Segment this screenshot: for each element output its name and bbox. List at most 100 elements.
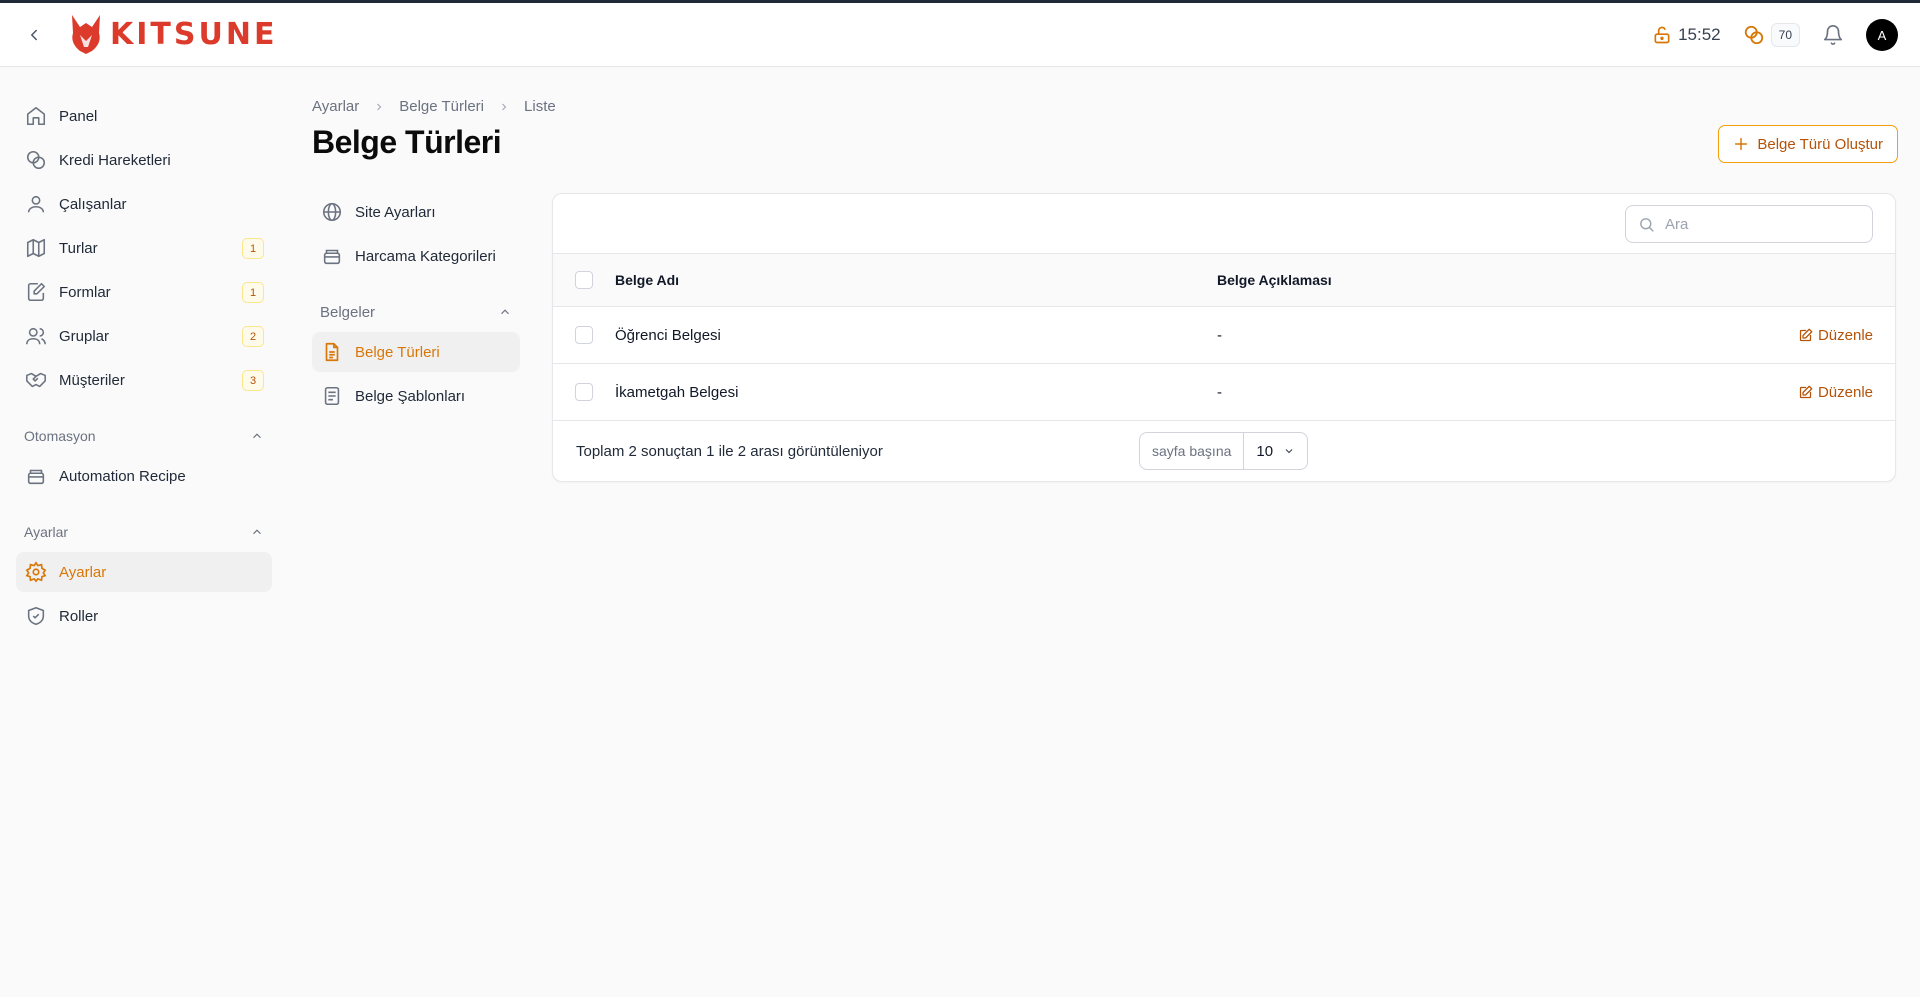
sidebar-item-employees[interactable]: Çalışanlar (16, 184, 272, 224)
notifications-button[interactable] (1822, 24, 1844, 46)
per-page-selector: sayfa başına 10 (1139, 432, 1309, 470)
home-icon (24, 104, 48, 128)
credits-display[interactable]: 70 (1743, 23, 1800, 47)
session-time: 15:52 (1678, 25, 1721, 44)
sidebar-item-forms[interactable]: Formlar 1 (16, 272, 272, 312)
subnav-item-site-settings[interactable]: Site Ayarları (312, 192, 520, 232)
avatar[interactable]: A (1866, 19, 1898, 51)
sidebar-item-panel[interactable]: Panel (16, 96, 272, 136)
chevron-down-icon (1285, 449, 1293, 454)
chevron-up-icon (501, 309, 509, 315)
per-page-select[interactable]: 10 (1244, 443, 1307, 460)
unlock-icon (1654, 26, 1670, 44)
sidebar-item-label: Çalışanlar (59, 195, 127, 213)
create-document-type-button[interactable]: Belge Türü Oluştur (1718, 125, 1898, 163)
breadcrumb-item-list: Liste (524, 98, 556, 115)
table-footer: Toplam 2 sonuçtan 1 ile 2 arası görüntül… (553, 421, 1895, 481)
per-page-label: sayfa başına (1140, 433, 1245, 469)
count-badge: 1 (242, 282, 264, 303)
sidebar-item-label: Gruplar (59, 327, 110, 345)
sidebar-item-settings[interactable]: Ayarlar (16, 552, 272, 592)
breadcrumb: Ayarlar Belge Türleri Liste (312, 98, 556, 115)
sidebar: Panel Kredi Hareketleri Çalışanlar Turla… (16, 96, 272, 640)
gear-icon (24, 560, 48, 584)
template-icon (320, 384, 344, 408)
edit-button[interactable]: Düzenle (1798, 384, 1873, 401)
subnav-item-document-types[interactable]: Belge Türleri (312, 332, 520, 372)
edit-button[interactable]: Düzenle (1798, 327, 1873, 344)
sidebar-item-label: Müşteriler (59, 371, 125, 389)
table-toolbar (553, 194, 1895, 254)
sidebar-item-tours[interactable]: Turlar 1 (16, 228, 272, 268)
subnav-item-label: Belge Türleri (355, 343, 440, 361)
count-badge: 3 (242, 370, 264, 391)
credits-count: 70 (1770, 23, 1800, 47)
subnav-item-document-templates[interactable]: Belge Şablonları (312, 376, 520, 416)
edit-icon (1799, 385, 1813, 398)
search-icon (1640, 217, 1654, 232)
chevron-left-icon (31, 29, 37, 41)
sidebar-group-settings[interactable]: Ayarlar (16, 512, 272, 552)
select-all-checkbox[interactable] (575, 271, 593, 289)
search-field[interactable] (1625, 205, 1873, 243)
count-badge: 1 (242, 238, 264, 259)
row-checkbox[interactable] (575, 383, 593, 401)
breadcrumb-item-document-types[interactable]: Belge Türleri (399, 98, 484, 115)
group-label: Belgeler (320, 303, 376, 321)
edit-button-label: Düzenle (1817, 326, 1873, 344)
sidebar-item-customers[interactable]: Müşteriler 3 (16, 360, 272, 400)
sidebar-item-label: Ayarlar (59, 563, 107, 581)
logo[interactable]: KITSUNE (66, 13, 277, 55)
group-label: Ayarlar (24, 524, 69, 540)
document-name-cell: İkametgah Belgesi (615, 383, 739, 401)
table-row: İkametgah Belgesi - Düzenle (553, 364, 1895, 421)
subnav-group-documents[interactable]: Belgeler (312, 292, 520, 332)
chevron-up-icon (253, 529, 261, 535)
document-description-cell: - (1217, 383, 1222, 401)
sidebar-item-groups[interactable]: Gruplar 2 (16, 316, 272, 356)
coins-icon (1744, 25, 1763, 45)
sidebar-item-label: Roller (59, 607, 99, 625)
globe-icon (320, 200, 344, 224)
coins-icon (24, 148, 48, 172)
search-input[interactable] (1665, 215, 1855, 233)
subnav-item-label: Belge Şablonları (355, 387, 466, 405)
top-right-tools: 15:52 70 A (1630, 19, 1898, 51)
bell-icon (1823, 25, 1843, 45)
row-checkbox[interactable] (575, 326, 593, 344)
table-header: Belge Adı Belge Açıklaması (553, 254, 1895, 307)
map-icon (24, 236, 48, 260)
session-timer[interactable]: 15:52 (1652, 25, 1721, 45)
users-icon (24, 324, 48, 348)
sidebar-item-label: Turlar (59, 239, 98, 257)
breadcrumb-item-settings[interactable]: Ayarlar (312, 98, 359, 115)
sidebar-item-label: Panel (59, 107, 98, 125)
sidebar-item-label: Formlar (59, 283, 111, 301)
user-icon (24, 192, 48, 216)
sidebar-item-roles[interactable]: Roller (16, 596, 272, 636)
fox-logo-icon (72, 15, 100, 54)
chevron-up-icon (253, 433, 261, 439)
settings-subnav: Site Ayarları Harcama Kategorileri Belge… (312, 192, 520, 420)
subnav-item-label: Harcama Kategorileri (355, 247, 496, 265)
archive-icon (24, 464, 48, 488)
create-button-label: Belge Türü Oluştur (1757, 135, 1883, 153)
sidebar-item-credit-transactions[interactable]: Kredi Hareketleri (16, 140, 272, 180)
handshake-icon (24, 368, 48, 392)
table-row: Öğrenci Belgesi - Düzenle (553, 307, 1895, 364)
edit-icon (1799, 328, 1813, 341)
document-name-cell: Öğrenci Belgesi (615, 326, 721, 344)
group-label: Otomasyon (24, 428, 96, 444)
count-badge: 2 (242, 326, 264, 347)
column-header-name[interactable]: Belge Adı (615, 272, 1217, 288)
sidebar-item-automation-recipe[interactable]: Automation Recipe (16, 456, 272, 496)
subnav-item-label: Site Ayarları (355, 203, 436, 221)
shield-check-icon (24, 604, 48, 628)
column-header-description[interactable]: Belge Açıklaması (1217, 272, 1332, 288)
sidebar-item-label: Kredi Hareketleri (59, 151, 171, 169)
sidebar-group-automation[interactable]: Otomasyon (16, 416, 272, 456)
document-icon (320, 340, 344, 364)
edit-button-label: Düzenle (1817, 383, 1873, 401)
subnav-item-expense-categories[interactable]: Harcama Kategorileri (312, 236, 520, 276)
back-button[interactable] (22, 23, 46, 47)
